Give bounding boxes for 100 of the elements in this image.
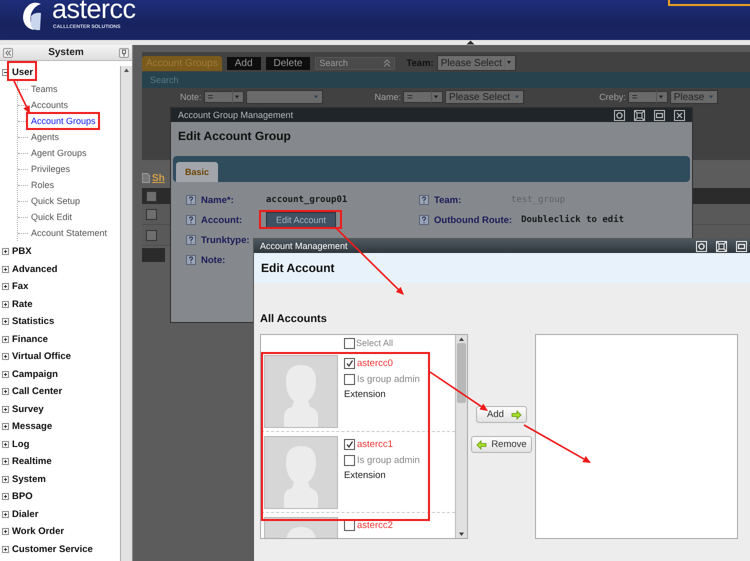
expand-toggle-icon[interactable] [2, 388, 9, 396]
scrollbar[interactable] [455, 335, 467, 538]
scroll-thumb[interactable] [457, 343, 466, 403]
expand-toggle-icon[interactable] [2, 266, 9, 273]
tree-item[interactable]: Realtime [12, 456, 52, 468]
tree-item[interactable]: Call Center [12, 386, 62, 398]
toolbar-button[interactable]: Delete [266, 56, 310, 70]
tree-item[interactable]: Virtual Office [12, 351, 71, 362]
checkbox-label[interactable]: Is group admin [357, 454, 420, 466]
help-icon[interactable] [186, 255, 196, 265]
tree-item[interactable]: User [12, 66, 34, 78]
search-title: Search [150, 75, 179, 85]
tree-item[interactable]: Privileges [31, 164, 70, 174]
expand-toggle-icon[interactable] [2, 423, 9, 430]
field-label: Note: [201, 254, 226, 266]
tree-item[interactable]: Finance [12, 334, 48, 345]
expand-toggle-icon[interactable] [2, 336, 9, 343]
filter-label: Creby: [599, 92, 626, 102]
help-icon[interactable] [419, 195, 429, 205]
help-icon[interactable] [186, 195, 196, 205]
tree-item[interactable]: Teams [31, 84, 58, 94]
tree-item[interactable]: BPO [12, 491, 33, 502]
close-icon[interactable] [674, 110, 685, 120]
checkbox[interactable] [344, 374, 355, 384]
tree-item[interactable]: PBX [12, 246, 32, 258]
filter-label: Note: [180, 92, 202, 102]
checkbox[interactable] [146, 190, 157, 202]
extension-label: Extension [344, 388, 387, 402]
expand-toggle-icon[interactable] [2, 370, 9, 378]
tree-item[interactable]: Agent Groups [31, 148, 87, 158]
field-label: Trunktype: [201, 234, 251, 246]
expand-toggle-icon[interactable] [2, 283, 9, 290]
dialog-heading: Edit Account Group [177, 128, 292, 145]
minimize-icon[interactable] [654, 110, 665, 120]
help-icon[interactable] [186, 235, 196, 245]
pin-icon[interactable] [118, 48, 129, 58]
tree-item[interactable]: Message [12, 421, 52, 432]
tree-item[interactable]: Rate [12, 298, 33, 310]
tree-item[interactable]: Customer Service [12, 544, 93, 555]
tree-item[interactable]: Work Order [12, 526, 64, 538]
tree-item[interactable]: Account Groups [31, 116, 96, 126]
window-title: Account Group Management [178, 110, 294, 120]
tree-item[interactable]: Statistics [12, 316, 54, 328]
sidebar-title: System [48, 47, 84, 58]
checkbox[interactable] [146, 208, 157, 220]
pager-bar [142, 248, 165, 262]
tree-item[interactable]: Survey [12, 404, 44, 415]
tree-item[interactable]: Accounts [31, 100, 68, 110]
add-button[interactable]: Add [476, 406, 527, 423]
checkbox[interactable] [344, 338, 355, 348]
tree-item[interactable]: Log [12, 438, 30, 450]
expand-toggle-icon[interactable] [2, 493, 9, 500]
expand-toggle-icon[interactable] [2, 476, 9, 483]
checkbox-label[interactable]: Select All [356, 338, 394, 348]
checkbox[interactable] [344, 358, 355, 368]
expand-toggle-icon[interactable] [2, 440, 9, 448]
expand-toggle-icon[interactable] [2, 318, 9, 326]
scroll-down-icon[interactable] [457, 530, 466, 538]
expand-toggle-icon[interactable] [2, 510, 9, 518]
arrow-left-icon [476, 440, 488, 450]
filter-label: Name: [374, 92, 402, 102]
section-title: All Accounts [260, 313, 328, 327]
scrollbar[interactable] [120, 66, 132, 561]
help-icon[interactable] [186, 215, 196, 225]
tree-item[interactable]: Quick Setup [31, 196, 80, 206]
collapse-icon[interactable] [3, 48, 13, 58]
tree-item[interactable]: Advanced [12, 264, 58, 275]
remove-button[interactable]: Remove [471, 436, 532, 453]
field-value: account_group01 [266, 195, 348, 205]
expand-toggle-icon[interactable] [2, 546, 9, 553]
checkbox[interactable] [344, 438, 355, 450]
tree-item[interactable]: Quick Edit [31, 212, 72, 222]
account-name[interactable]: astercc1 [357, 438, 393, 450]
tree-item[interactable]: Dialer [12, 508, 38, 520]
expand-toggle-icon[interactable] [2, 300, 9, 308]
expand-toggle-icon[interactable] [2, 528, 9, 536]
circle-icon[interactable] [614, 110, 625, 120]
tree-item[interactable]: System [12, 474, 46, 485]
checkbox[interactable] [344, 454, 355, 466]
help-icon[interactable] [419, 215, 429, 225]
tree-item[interactable]: Campaign [12, 368, 58, 380]
checkbox-label[interactable]: Is group admin [357, 374, 420, 384]
tree-item[interactable]: Roles [31, 180, 54, 190]
expand-toggle-icon[interactable] [2, 353, 9, 360]
field-label: Account: [201, 214, 244, 226]
edit-account-button[interactable]: Edit Account [266, 212, 336, 228]
toolbar-button[interactable]: Add [226, 56, 261, 70]
arrow-right-icon [510, 410, 522, 420]
maximize-icon[interactable] [634, 110, 645, 120]
expand-toggle-icon[interactable] [2, 248, 9, 256]
expand-toggle-icon[interactable] [2, 406, 9, 413]
tree-item[interactable]: Account Statement [31, 228, 108, 238]
field-label: Team: [434, 194, 462, 206]
expand-toggle-icon[interactable] [2, 458, 9, 466]
account-name[interactable]: astercc2 [357, 520, 393, 530]
tree-item[interactable]: Agents [31, 132, 60, 142]
account-name[interactable]: astercc0 [357, 358, 393, 368]
tree-item[interactable]: Fax [12, 281, 28, 292]
scroll-up-icon[interactable] [122, 66, 131, 74]
checkbox[interactable] [146, 230, 157, 240]
